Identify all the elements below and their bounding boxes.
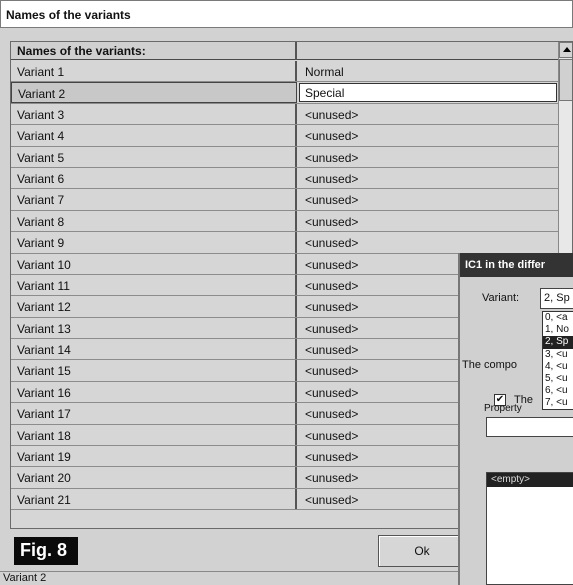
dropdown-option[interactable]: 0, <a [543,312,573,324]
dialog-title: IC1 in the differ [460,253,573,277]
table-row[interactable]: Variant 4 <unused> [11,125,558,147]
variant-name-cell[interactable]: Variant 3 [11,103,297,125]
variant-value-cell[interactable]: <unused> [299,104,557,124]
grid-header: Names of the variants: [11,42,572,60]
scroll-up-button[interactable] [559,42,572,58]
variant-name-cell[interactable]: Variant 16 [11,381,297,403]
property-input[interactable] [486,417,573,437]
variant-name-cell[interactable]: Variant 15 [11,360,297,381]
variant-value-cell[interactable]: <unused> [299,232,557,252]
variant-name-cell[interactable]: Variant 21 [11,488,297,510]
table-row[interactable]: Variant 8 <unused> [11,210,558,233]
table-row[interactable]: Variant 7 <unused> [11,189,558,211]
dropdown-option[interactable]: 2, Sp [543,336,573,349]
scroll-thumb[interactable] [559,59,572,101]
ok-button[interactable]: Ok [378,535,466,567]
dropdown-option[interactable]: 6, <u [543,385,573,397]
variant-name-cell[interactable]: Variant 7 [11,189,297,210]
property-list[interactable]: <empty> [486,472,573,585]
property-label: Property [484,403,522,414]
table-row[interactable]: Variant 9 <unused> [11,232,558,254]
variant-value-input[interactable]: Special [299,83,557,103]
component-label: The compo [462,359,518,371]
variant-name-cell[interactable]: Variant 18 [11,424,297,446]
variant-name-cell[interactable]: Variant 5 [11,146,297,167]
variant-value-cell[interactable]: Normal [299,61,557,81]
arrow-up-icon [563,47,571,52]
grid-header-values [299,42,557,60]
variant-name-cell[interactable]: Variant 2 [11,82,297,103]
grid-header-names: Names of the variants: [11,42,297,60]
variant-name-cell[interactable]: Variant 14 [11,339,297,360]
variant-name-cell[interactable]: Variant 11 [11,274,297,296]
variant-value-cell[interactable]: <unused> [299,125,557,145]
window-title: Names of the variants [6,8,131,22]
dropdown-option[interactable]: 1, No [543,324,573,336]
variant-value-cell[interactable]: <unused> [299,189,557,209]
window-titlebar: Names of the variants [0,0,573,28]
dropdown-option[interactable]: 3, <u [543,349,573,361]
component-variant-dialog: IC1 in the differ Variant: 2, Sp 0, <a 1,… [458,253,573,585]
variant-name-cell[interactable]: Variant 20 [11,467,297,488]
variant-name-cell[interactable]: Variant 13 [11,317,297,339]
variant-value-cell[interactable]: <unused> [299,211,557,231]
dropdown-option[interactable]: 5, <u [543,373,573,385]
table-row[interactable]: Variant 3 <unused> [11,103,558,126]
variant-name-cell[interactable]: Variant 4 [11,125,297,146]
variant-name-cell[interactable]: Variant 1 [11,61,297,82]
variant-name-cell[interactable]: Variant 9 [11,232,297,253]
variant-select[interactable]: 2, Sp [540,288,573,309]
dropdown-option[interactable]: 4, <u [543,361,573,373]
table-row[interactable]: Variant 6 <unused> [11,167,558,190]
variant-value-cell[interactable]: <unused> [299,168,557,188]
dropdown-option[interactable]: 7, <u [543,397,573,409]
variant-name-cell[interactable]: Variant 12 [11,296,297,317]
variant-value-cell[interactable]: <unused> [299,147,557,167]
table-row[interactable]: Variant 5 <unused> [11,146,558,168]
variant-name-cell[interactable]: Variant 6 [11,167,297,189]
variant-name-cell[interactable]: Variant 17 [11,403,297,424]
variant-name-cell[interactable]: Variant 10 [11,253,297,274]
variant-name-cell[interactable]: Variant 19 [11,446,297,467]
table-row[interactable]: Variant 2 Special [11,82,558,104]
variant-dropdown-list[interactable]: 0, <a 1, No 2, Sp 3, <u 4, <u 5, <u 6, <u 7, <u [542,311,573,410]
variant-name-cell[interactable]: Variant 8 [11,210,297,232]
list-item-empty[interactable]: <empty> [487,473,573,487]
table-row[interactable]: Variant 1 Normal [11,61,558,83]
figure-label: Fig. 8 [14,537,78,565]
variant-label: Variant: [482,292,520,304]
